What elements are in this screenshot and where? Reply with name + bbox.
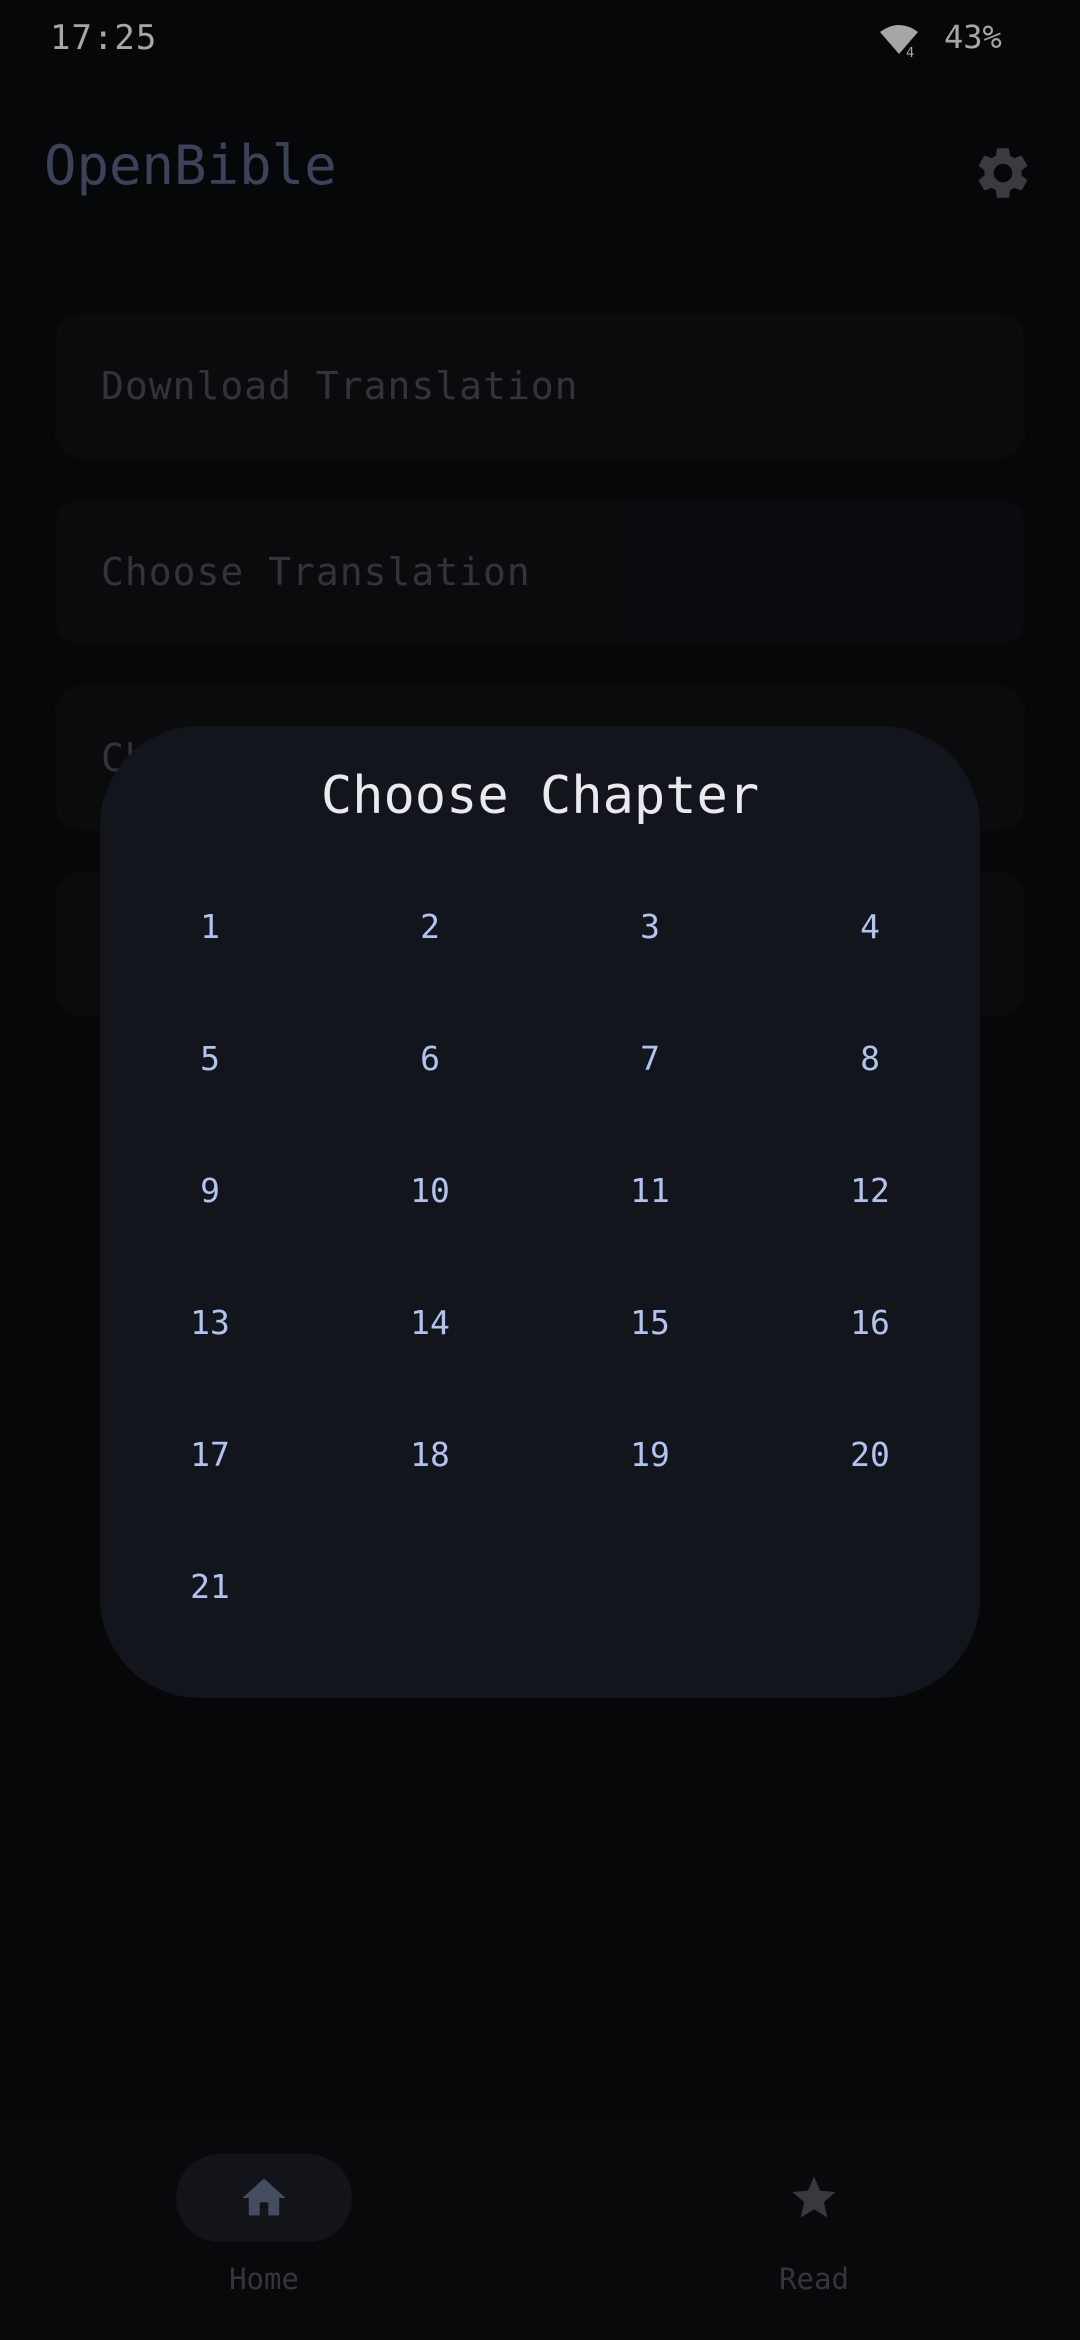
chapter-item[interactable]: 8 <box>760 992 980 1124</box>
chapter-item[interactable]: 5 <box>100 992 320 1124</box>
chapter-item[interactable]: 21 <box>100 1520 320 1652</box>
screen: 17:25 4 43% OpenBible Download Translati… <box>0 0 1080 2340</box>
chapter-item[interactable]: 19 <box>540 1388 760 1520</box>
chapter-item[interactable]: 6 <box>320 992 540 1124</box>
chapter-item[interactable]: 16 <box>760 1256 980 1388</box>
chapter-item[interactable]: 1 <box>100 860 320 992</box>
chapter-item[interactable]: 20 <box>760 1388 980 1520</box>
chapter-item[interactable]: 18 <box>320 1388 540 1520</box>
chapter-item[interactable]: 4 <box>760 860 980 992</box>
chapter-item[interactable]: 7 <box>540 992 760 1124</box>
chapter-item[interactable]: 11 <box>540 1124 760 1256</box>
chapter-item[interactable]: 14 <box>320 1256 540 1388</box>
choose-chapter-dialog: Choose Chapter 1 2 3 4 5 6 7 8 9 10 11 12 13 14 15 16 17… <box>100 726 980 1698</box>
chapter-item[interactable]: 12 <box>760 1124 980 1256</box>
chapter-item[interactable]: 17 <box>100 1388 320 1520</box>
chapter-grid: 1 2 3 4 5 6 7 8 9 10 11 12 13 14 15 16 17 18 19 20 21 <box>100 860 980 1652</box>
chapter-item[interactable]: 10 <box>320 1124 540 1256</box>
chapter-item[interactable]: 13 <box>100 1256 320 1388</box>
chapter-item[interactable]: 3 <box>540 860 760 992</box>
chapter-item[interactable]: 9 <box>100 1124 320 1256</box>
chapter-item[interactable]: 15 <box>540 1256 760 1388</box>
chapter-item[interactable]: 2 <box>320 860 540 992</box>
dialog-title: Choose Chapter <box>320 766 760 826</box>
